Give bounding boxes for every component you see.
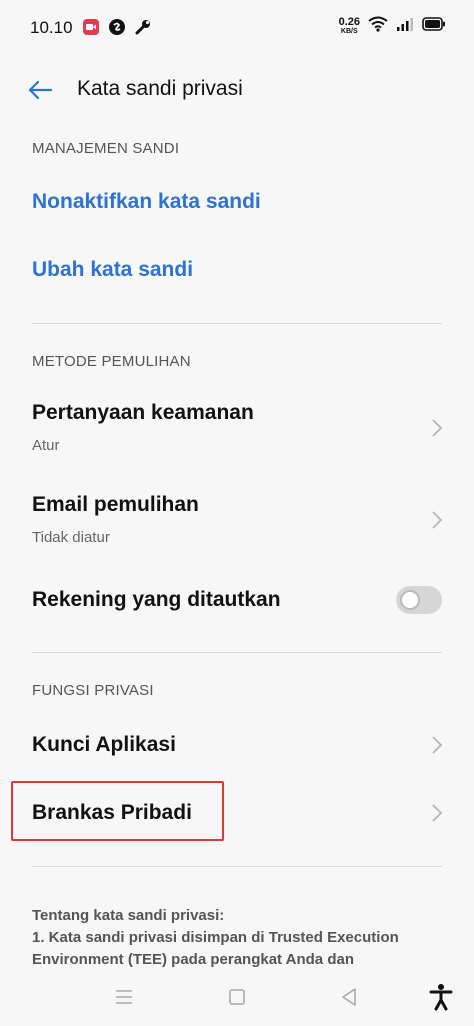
wrench-icon bbox=[134, 18, 152, 36]
chevron-right-icon bbox=[430, 509, 444, 531]
divider bbox=[32, 652, 442, 653]
speed-unit: KB/S bbox=[340, 27, 358, 35]
linked-account-item: Rekening yang ditautkan bbox=[0, 575, 474, 625]
speed-value: 0.26 bbox=[338, 15, 360, 28]
toggle-knob bbox=[400, 590, 420, 610]
footnote-line: 1. Kata sandi privasi disimpan di Truste… bbox=[32, 929, 399, 946]
shazam-icon bbox=[108, 18, 126, 36]
security-question-item[interactable]: Pertanyaan keamanan Atur bbox=[0, 385, 474, 467]
signal-icon bbox=[396, 17, 414, 36]
back-arrow-icon[interactable] bbox=[26, 76, 54, 104]
status-bar: 10.10 0.26 KB/S bbox=[0, 0, 474, 56]
highlight-box bbox=[11, 781, 224, 841]
battery-icon bbox=[422, 17, 446, 36]
footnote-line: Environment (TEE) pada perangkat Anda da… bbox=[32, 951, 354, 968]
linked-account-toggle[interactable] bbox=[396, 586, 442, 614]
chevron-right-icon bbox=[430, 734, 444, 756]
security-question-status: Atur bbox=[32, 437, 60, 454]
navigation-bar bbox=[0, 978, 474, 1018]
divider bbox=[32, 323, 442, 324]
disable-password-button[interactable]: Nonaktifkan kata sandi bbox=[32, 190, 261, 214]
chevron-right-icon bbox=[430, 417, 444, 439]
app-lock-title: Kunci Aplikasi bbox=[32, 733, 176, 756]
chevron-right-icon bbox=[430, 802, 444, 824]
footnote-line: Tentang kata sandi privasi: bbox=[32, 907, 225, 924]
status-time: 10.10 bbox=[30, 18, 73, 37]
status-system-icons: 0.26 KB/S bbox=[339, 16, 446, 37]
recovery-email-title: Email pemulihan bbox=[32, 493, 199, 516]
section-header-privacy-functions: FUNGSI PRIVASI bbox=[32, 682, 154, 699]
menu-icon[interactable] bbox=[113, 986, 135, 1008]
back-icon[interactable] bbox=[338, 986, 360, 1008]
home-icon[interactable] bbox=[226, 986, 248, 1008]
screen-record-icon bbox=[82, 18, 100, 36]
linked-account-title: Rekening yang ditautkan bbox=[32, 588, 281, 611]
accessibility-icon[interactable] bbox=[428, 983, 454, 1011]
app-bar: Kata sandi privasi bbox=[0, 62, 474, 116]
privacy-password-footnote: Tentang kata sandi privasi: 1. Kata sand… bbox=[32, 905, 452, 971]
recovery-email-status: Tidak diatur bbox=[32, 529, 110, 546]
wifi-icon bbox=[368, 16, 388, 37]
section-header-password-management: MANAJEMEN SANDI bbox=[32, 140, 180, 157]
page-title: Kata sandi privasi bbox=[77, 77, 243, 100]
app-lock-item[interactable]: Kunci Aplikasi bbox=[0, 718, 474, 772]
divider bbox=[32, 866, 442, 867]
section-header-recovery: METODE PEMULIHAN bbox=[32, 353, 191, 370]
security-question-title: Pertanyaan keamanan bbox=[32, 401, 254, 424]
status-notification-icons bbox=[82, 18, 152, 36]
recovery-email-item[interactable]: Email pemulihan Tidak diatur bbox=[0, 477, 474, 559]
change-password-button[interactable]: Ubah kata sandi bbox=[32, 258, 193, 282]
network-speed: 0.26 KB/S bbox=[338, 15, 360, 36]
